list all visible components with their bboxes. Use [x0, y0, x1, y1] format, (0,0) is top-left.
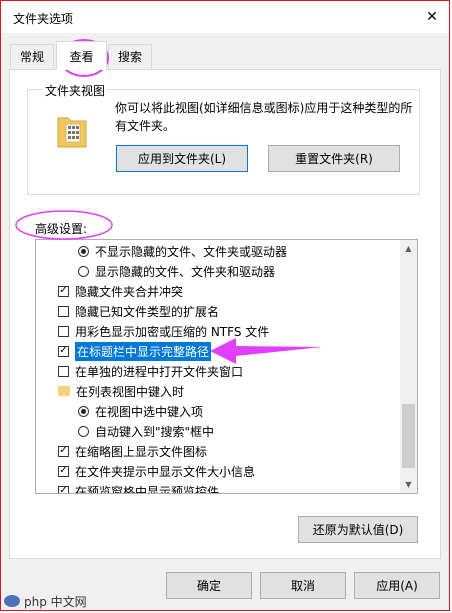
list-item[interactable]: 用彩色显示加密或压缩的 NTFS 文件	[36, 321, 417, 341]
checkbox-checked-icon[interactable]: ✓	[58, 485, 69, 493]
advanced-settings-label: 高级设置:	[35, 222, 88, 236]
tab-general-label: 常规	[19, 50, 44, 64]
watermark-text: php 中文网	[24, 594, 87, 609]
apply-button[interactable]: 应用(A)	[354, 572, 440, 599]
radio-icon[interactable]	[78, 265, 89, 277]
list-item[interactable]: 在单独的进程中打开文件夹窗口	[36, 361, 417, 381]
folder-view-icon	[57, 117, 87, 148]
watermark: php 中文网	[4, 592, 88, 610]
list-item[interactable]: 显示隐藏的文件、文件夹和驱动器	[36, 261, 417, 281]
radio-selected-icon[interactable]	[78, 245, 89, 257]
tab-view[interactable]: 查看	[56, 41, 107, 70]
radio-icon[interactable]	[78, 425, 89, 437]
list-item[interactable]: 隐藏已知文件类型的扩展名	[36, 301, 417, 321]
scrollbar-thumb[interactable]	[402, 404, 415, 468]
checkbox-icon[interactable]	[58, 365, 69, 377]
title-bar: 文件夹选项 ✕	[1, 1, 449, 33]
list-item[interactable]: ✓ 在预览窗格中显示预览控件	[36, 481, 417, 494]
checkbox-checked-icon[interactable]: ✓	[58, 285, 69, 297]
checkbox-checked-icon[interactable]: ✓	[58, 465, 69, 477]
list-item-label: 在文件夹提示中显示文件大小信息	[75, 464, 256, 479]
list-item[interactable]: 不显示隐藏的文件、文件夹或驱动器	[36, 241, 417, 261]
list-item-label: 自动键入到"搜索"框中	[95, 424, 215, 439]
window-title: 文件夹选项	[13, 12, 74, 26]
scroll-up-icon[interactable]: ▲	[400, 240, 417, 257]
restore-defaults-button[interactable]: 还原为默认值(D)	[298, 516, 418, 543]
list-item[interactable]: 在列表视图中键入时	[36, 381, 417, 401]
list-item[interactable]: 自动键入到"搜索"框中	[36, 421, 417, 441]
checkbox-icon[interactable]	[58, 325, 69, 337]
php-logo-icon	[4, 595, 20, 607]
radio-selected-icon[interactable]	[78, 405, 89, 417]
list-item-label: 用彩色显示加密或压缩的 NTFS 文件	[75, 324, 270, 339]
close-icon[interactable]: ✕	[415, 1, 449, 33]
tab-view-label: 查看	[69, 49, 94, 64]
tab-search[interactable]: 搜索	[108, 44, 152, 68]
list-item-label: 显示隐藏的文件、文件夹和驱动器	[95, 264, 276, 279]
checkbox-checked-icon[interactable]: ✓	[58, 445, 69, 457]
list-item-label: 在列表视图中键入时	[76, 384, 185, 399]
list-item-label: 隐藏文件夹合并冲突	[75, 284, 184, 299]
reset-folders-button[interactable]: 重置文件夹(R)	[268, 145, 400, 172]
apply-to-folders-button[interactable]: 应用到文件夹(L)	[116, 145, 248, 172]
list-scrollbar[interactable]: ▲ ▼	[400, 240, 417, 493]
cancel-button[interactable]: 取消	[260, 572, 346, 599]
list-item-label: 在缩略图上显示文件图标	[75, 444, 208, 459]
folder-icon	[58, 386, 70, 396]
list-item[interactable]: ✓ 在缩略图上显示文件图标	[36, 441, 417, 461]
folder-views-label: 文件夹视图	[43, 82, 108, 99]
list-item[interactable]: ✓ 在文件夹提示中显示文件大小信息	[36, 461, 417, 481]
list-item-label: 在预览窗格中显示预览控件	[75, 484, 220, 494]
list-item[interactable]: ✓ 在标题栏中显示完整路径	[36, 341, 417, 361]
tab-general[interactable]: 常规	[10, 44, 54, 68]
list-item[interactable]: ✓ 隐藏文件夹合并冲突	[36, 281, 417, 301]
tab-search-label: 搜索	[117, 50, 142, 64]
list-item[interactable]: 在视图中选中键入项	[36, 401, 417, 421]
list-item-label: 不显示隐藏的文件、文件夹或驱动器	[95, 244, 288, 259]
advanced-settings-list[interactable]: 不显示隐藏的文件、文件夹或驱动器 显示隐藏的文件、文件夹和驱动器 ✓ 隐藏文件夹合并冲…	[35, 239, 418, 494]
list-item-label: 在标题栏中显示完整路径	[75, 341, 212, 361]
list-item-label: 在单独的进程中打开文件夹窗口	[75, 364, 244, 379]
checkbox-checked-icon[interactable]: ✓	[58, 345, 69, 357]
checkbox-icon[interactable]	[58, 305, 69, 317]
folder-views-description: 你可以将此视图(如详细信息或图标)应用于这种类型的所有文件夹。	[115, 101, 413, 133]
list-item-label: 在视图中选中键入项	[95, 404, 204, 419]
list-item-label: 隐藏已知文件类型的扩展名	[75, 304, 220, 319]
ok-button[interactable]: 确定	[166, 572, 252, 599]
scroll-down-icon[interactable]: ▼	[400, 476, 417, 493]
